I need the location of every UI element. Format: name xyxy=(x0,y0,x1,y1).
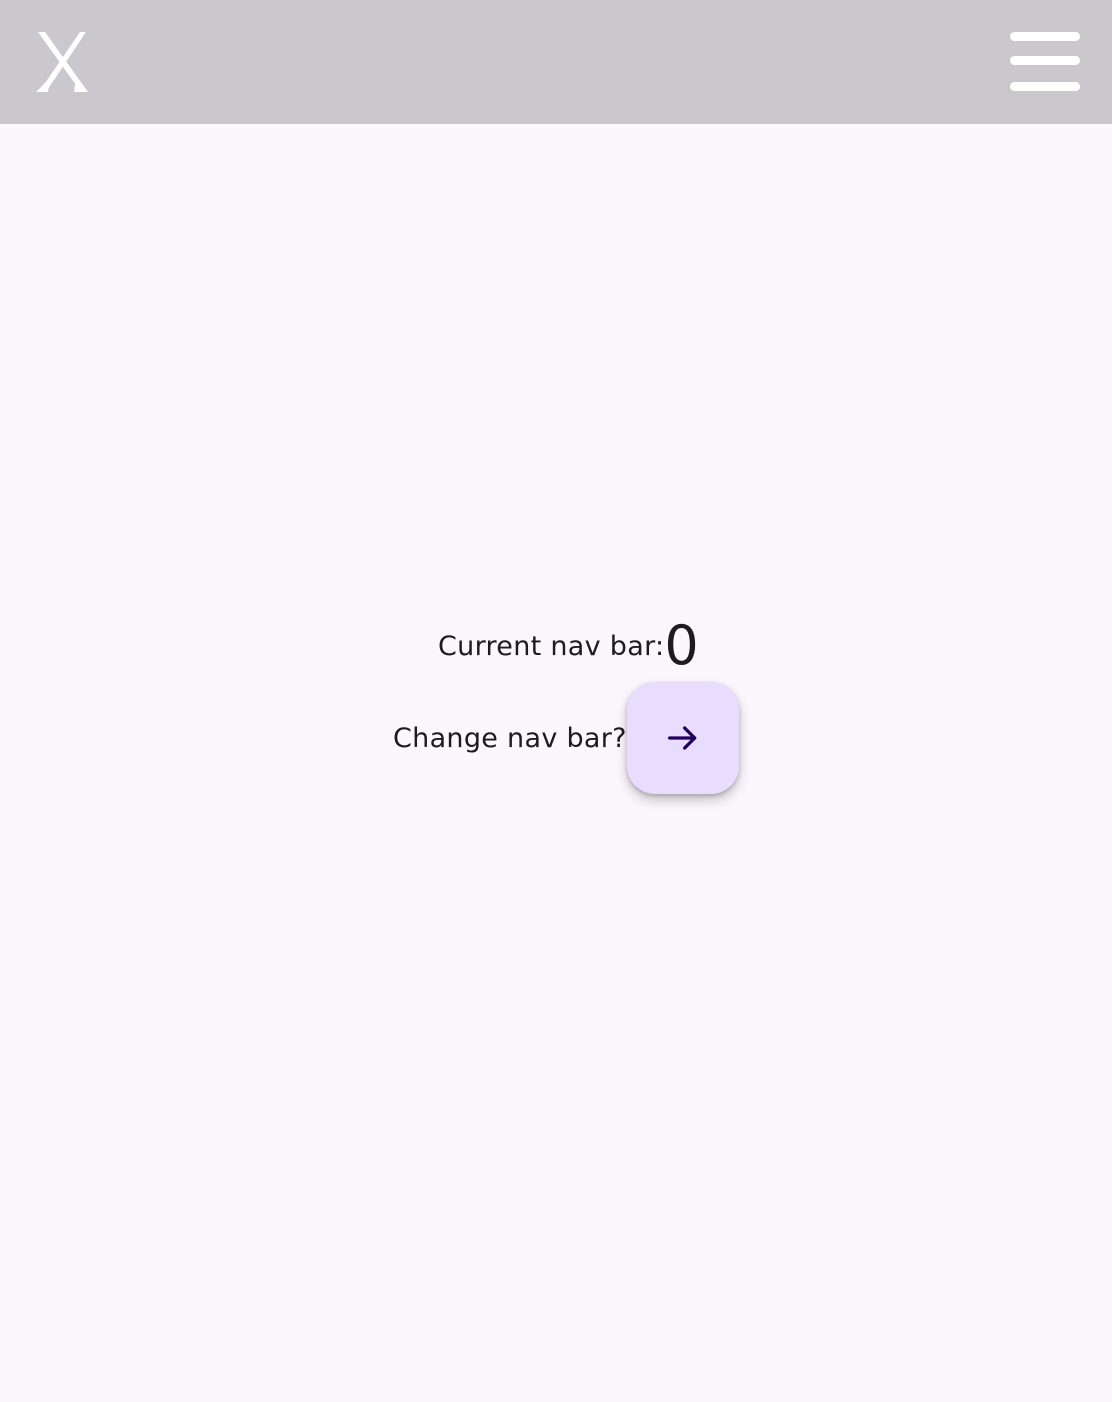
current-nav-bar-value: 0 xyxy=(664,614,699,677)
main-content: Current nav bar: 0 Change nav bar? xyxy=(0,124,1112,1402)
app-bar xyxy=(0,0,1112,124)
hamburger-menu-button[interactable] xyxy=(1006,26,1084,98)
arrow-right-icon xyxy=(667,726,697,750)
x-logo-icon xyxy=(36,30,90,94)
change-nav-bar-row: Change nav bar? xyxy=(393,682,739,794)
change-nav-bar-button[interactable] xyxy=(626,682,739,794)
current-nav-bar-label: Current nav bar: xyxy=(438,630,665,662)
current-nav-bar-row: Current nav bar: 0 xyxy=(438,618,699,674)
hamburger-menu-icon-line xyxy=(1010,56,1080,65)
hamburger-menu-icon-line xyxy=(1010,82,1080,91)
hamburger-menu-icon xyxy=(1010,32,1080,41)
change-nav-bar-label: Change nav bar? xyxy=(393,722,627,754)
